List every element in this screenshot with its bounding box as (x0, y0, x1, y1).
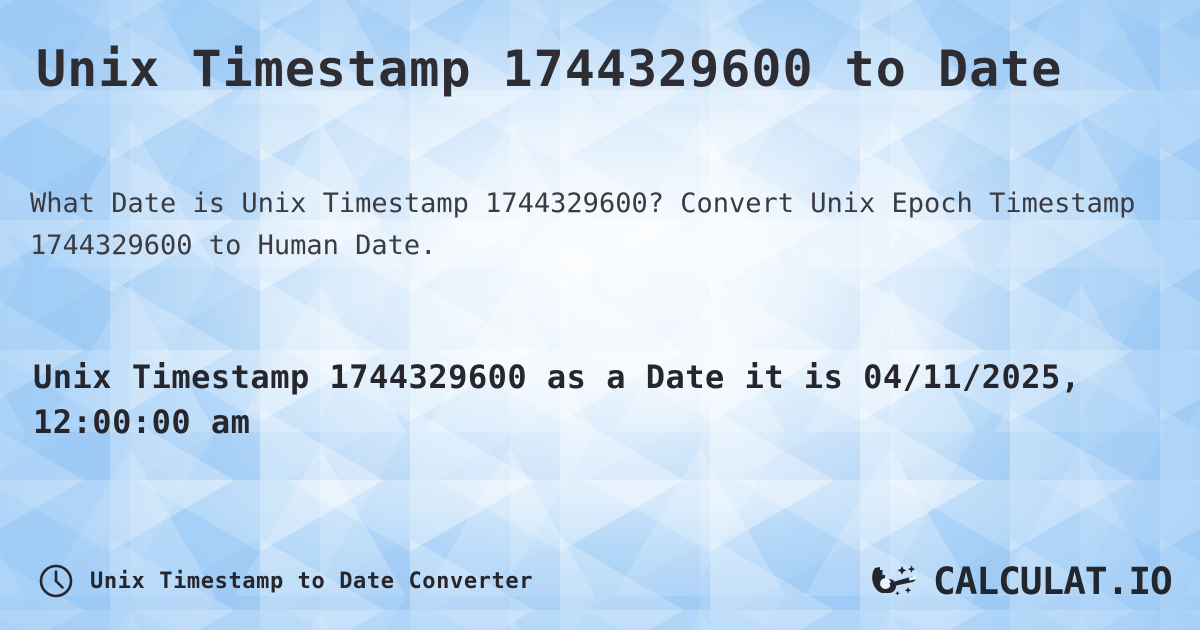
intro-description: What Date is Unix Timestamp 1744329600? … (30, 188, 1136, 261)
brand-logo: CALCULAT.IO (869, 550, 1173, 612)
tool-label: Unix Timestamp to Date Converter (90, 568, 534, 594)
tool-identity: Unix Timestamp to Date Converter (38, 550, 533, 612)
card-content: Unix Timestamp 1744329600 to Date What D… (0, 0, 1200, 630)
clock-icon (39, 564, 73, 598)
conversion-result: Unix Timestamp 1744329600 as a Date it i… (33, 358, 1081, 441)
page-title: Unix Timestamp 1744329600 to Date (36, 40, 1063, 98)
magic-wand-hand-icon (872, 565, 917, 596)
brand-name: CALCULAT.IO (932, 559, 1173, 603)
og-card: Unix Timestamp 1744329600 to Date What D… (0, 0, 1200, 630)
footer: Unix Timestamp to Date Converter CALCULA… (0, 550, 1200, 612)
